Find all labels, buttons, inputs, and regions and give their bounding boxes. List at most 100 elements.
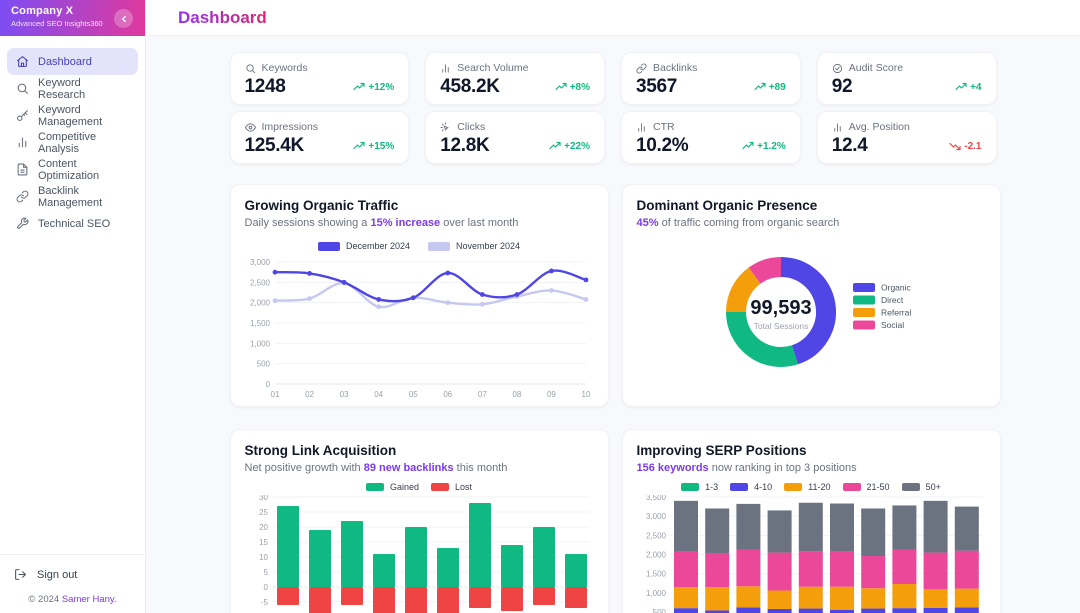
legend-item[interactable]: November 2024	[428, 241, 520, 251]
svg-text:04: 04	[374, 390, 383, 399]
trending-up-icon	[742, 140, 754, 152]
legend-swatch	[318, 242, 340, 251]
legend-swatch	[784, 483, 802, 491]
eye-icon	[245, 122, 256, 133]
stat-label: CTR	[653, 121, 675, 133]
sidebar: Company X Advanced SEO Insights360 Dashb…	[0, 0, 146, 613]
svg-text:500: 500	[652, 608, 666, 613]
svg-text:Social: Social	[881, 320, 904, 330]
stat-change: +15%	[353, 140, 394, 152]
bar-chart-icon	[636, 122, 647, 133]
legend-swatch	[730, 483, 748, 491]
svg-text:3,500: 3,500	[645, 495, 666, 502]
legend-item[interactable]: Gained	[366, 482, 419, 492]
stat-value: 125.4K	[245, 135, 304, 157]
sidebar-footer: Sign out © 2024 Samer Hany.	[0, 554, 145, 613]
stat-value: 12.4	[832, 135, 868, 157]
trending-up-icon	[549, 140, 561, 152]
stat-change: +12%	[353, 81, 394, 93]
stat-value: 3567	[636, 76, 677, 98]
legend-item[interactable]: 50+	[902, 482, 941, 492]
link-acquisition-card: Strong Link Acquisition Net positive gro…	[230, 429, 609, 613]
stat-card-backlinks: Backlinks 3567 +89	[621, 52, 801, 105]
svg-text:2,000: 2,000	[249, 299, 270, 308]
legend-swatch	[902, 483, 920, 491]
legend-item[interactable]: 11-20	[784, 482, 830, 492]
stat-card-search-volume: Search Volume 458.2K +8%	[425, 52, 605, 105]
organic-traffic-card: Growing Organic Traffic Daily sessions s…	[230, 184, 609, 407]
page-title: Dashboard	[178, 8, 267, 28]
link-icon	[16, 190, 29, 203]
sidebar-collapse-button[interactable]	[114, 9, 133, 28]
svg-text:0: 0	[265, 380, 270, 389]
stat-change: +1.2%	[742, 140, 786, 152]
stat-label: Keywords	[262, 62, 308, 74]
legend-item[interactable]: 4-10	[730, 482, 772, 492]
svg-text:2,500: 2,500	[249, 278, 270, 287]
sidebar-item-content-optimization[interactable]: Content Optimization	[7, 156, 138, 183]
sidebar-item-keyword-research[interactable]: Keyword Research	[7, 75, 138, 102]
traffic-line-chart: 05001,0001,5002,0002,5003,00001020304050…	[245, 254, 594, 404]
key-icon	[16, 109, 29, 122]
link-icon	[636, 63, 647, 74]
sidebar-item-backlink-management[interactable]: Backlink Management	[7, 183, 138, 210]
legend-item[interactable]: Lost	[431, 482, 472, 492]
copyright-owner-link[interactable]: Samer Hany.	[62, 594, 117, 605]
sidebar-nav: Dashboard Keyword Research Keyword Manag…	[0, 36, 145, 237]
stat-change: +8%	[555, 81, 590, 93]
svg-text:07: 07	[477, 390, 486, 399]
stat-change: +22%	[549, 140, 590, 152]
legend-label: 11-20	[808, 482, 830, 492]
copyright-text: © 2024	[28, 594, 61, 605]
sidebar-item-label: Dashboard	[38, 56, 92, 68]
cursor-click-icon	[440, 122, 451, 133]
stat-change: +4	[955, 81, 981, 93]
sidebar-item-dashboard[interactable]: Dashboard	[7, 48, 138, 75]
bar-chart-legend: Gained Lost	[245, 482, 594, 492]
line-chart-legend: December 2024 November 2024	[245, 241, 594, 251]
trending-up-icon	[353, 81, 365, 93]
trending-down-icon	[949, 140, 961, 152]
svg-text:Direct: Direct	[881, 295, 904, 305]
legend-item[interactable]: 21-50	[843, 482, 890, 492]
trending-up-icon	[353, 140, 365, 152]
trending-up-icon	[955, 81, 967, 93]
legend-swatch	[431, 483, 449, 491]
trending-up-icon	[754, 81, 766, 93]
sidebar-item-label: Keyword Research	[38, 77, 129, 101]
sidebar-item-competitive-analysis[interactable]: Competitive Analysis	[7, 129, 138, 156]
stat-value: 10.2%	[636, 135, 688, 157]
charts-row-2: Strong Link Acquisition Net positive gro…	[230, 429, 997, 613]
link-acquisition-bar-chart: 302520151050-5-10	[245, 495, 594, 613]
chart-title: Growing Organic Traffic	[245, 198, 594, 213]
svg-text:-5: -5	[260, 598, 268, 607]
legend-item[interactable]: 1-3	[681, 482, 718, 492]
stat-card-avg-position: Avg. Position 12.4 -2.1	[817, 111, 997, 164]
sign-out-button[interactable]: Sign out	[0, 568, 145, 581]
legend-label: 4-10	[754, 482, 772, 492]
stat-card-audit-score: Audit Score 92 +4	[817, 52, 997, 105]
svg-text:20: 20	[259, 523, 268, 532]
sidebar-item-technical-seo[interactable]: Technical SEO	[7, 210, 138, 237]
svg-text:5: 5	[263, 568, 268, 577]
tool-icon	[16, 217, 29, 230]
svg-text:Total Sessions: Total Sessions	[753, 321, 808, 331]
stat-label: Audit Score	[849, 62, 903, 74]
legend-swatch	[428, 242, 450, 251]
sign-out-label: Sign out	[37, 569, 77, 581]
legend-label: 1-3	[705, 482, 718, 492]
svg-text:03: 03	[339, 390, 348, 399]
home-icon	[16, 55, 29, 68]
stat-label: Clicks	[457, 121, 485, 133]
stat-change: -2.1	[949, 140, 981, 152]
svg-text:10: 10	[581, 390, 590, 399]
svg-text:0: 0	[263, 583, 268, 592]
bar-chart-icon	[440, 63, 451, 74]
sidebar-item-keyword-management[interactable]: Keyword Management	[7, 102, 138, 129]
stats-grid: Keywords 1248 +12% Search Volume 458.2K	[230, 52, 997, 164]
legend-item[interactable]: December 2024	[318, 241, 410, 251]
chevron-left-icon	[119, 14, 129, 24]
sidebar-item-label: Backlink Management	[38, 185, 129, 209]
stat-value: 1248	[245, 76, 286, 98]
legend-label: Gained	[390, 482, 419, 492]
